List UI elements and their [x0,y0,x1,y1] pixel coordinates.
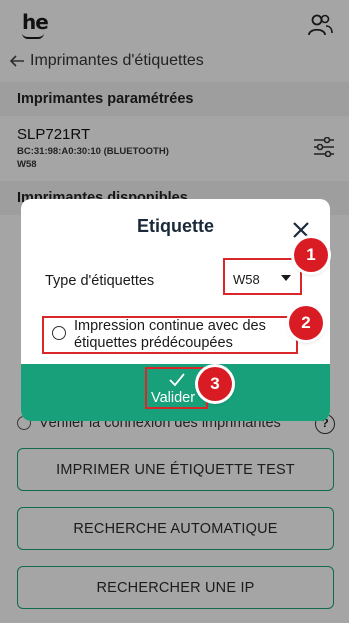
step-badge-2: 2 [289,306,323,340]
chevron-down-icon [281,275,291,281]
step-badge-1: 1 [294,238,328,272]
continuous-print-checkbox[interactable] [52,326,66,340]
dialog-title: Etiquette [136,216,214,236]
label-type-value: W58 [233,272,260,287]
label-type-label: Type d'étiquettes [45,273,155,289]
label-settings-dialog: Etiquette Type d'étiquettes W58 Impressi… [21,199,330,421]
check-icon [169,373,185,387]
close-icon[interactable] [292,221,310,239]
label-type-select[interactable]: W58 [223,258,302,295]
step-badge-3: 3 [198,367,232,401]
validate-button[interactable]: Valider [21,364,330,421]
validate-label: Valider [151,390,196,406]
continuous-print-option[interactable]: Impression continue avec des étiquettes … [42,316,298,354]
continuous-print-label: Impression continue avec des étiquettes … [74,318,266,351]
